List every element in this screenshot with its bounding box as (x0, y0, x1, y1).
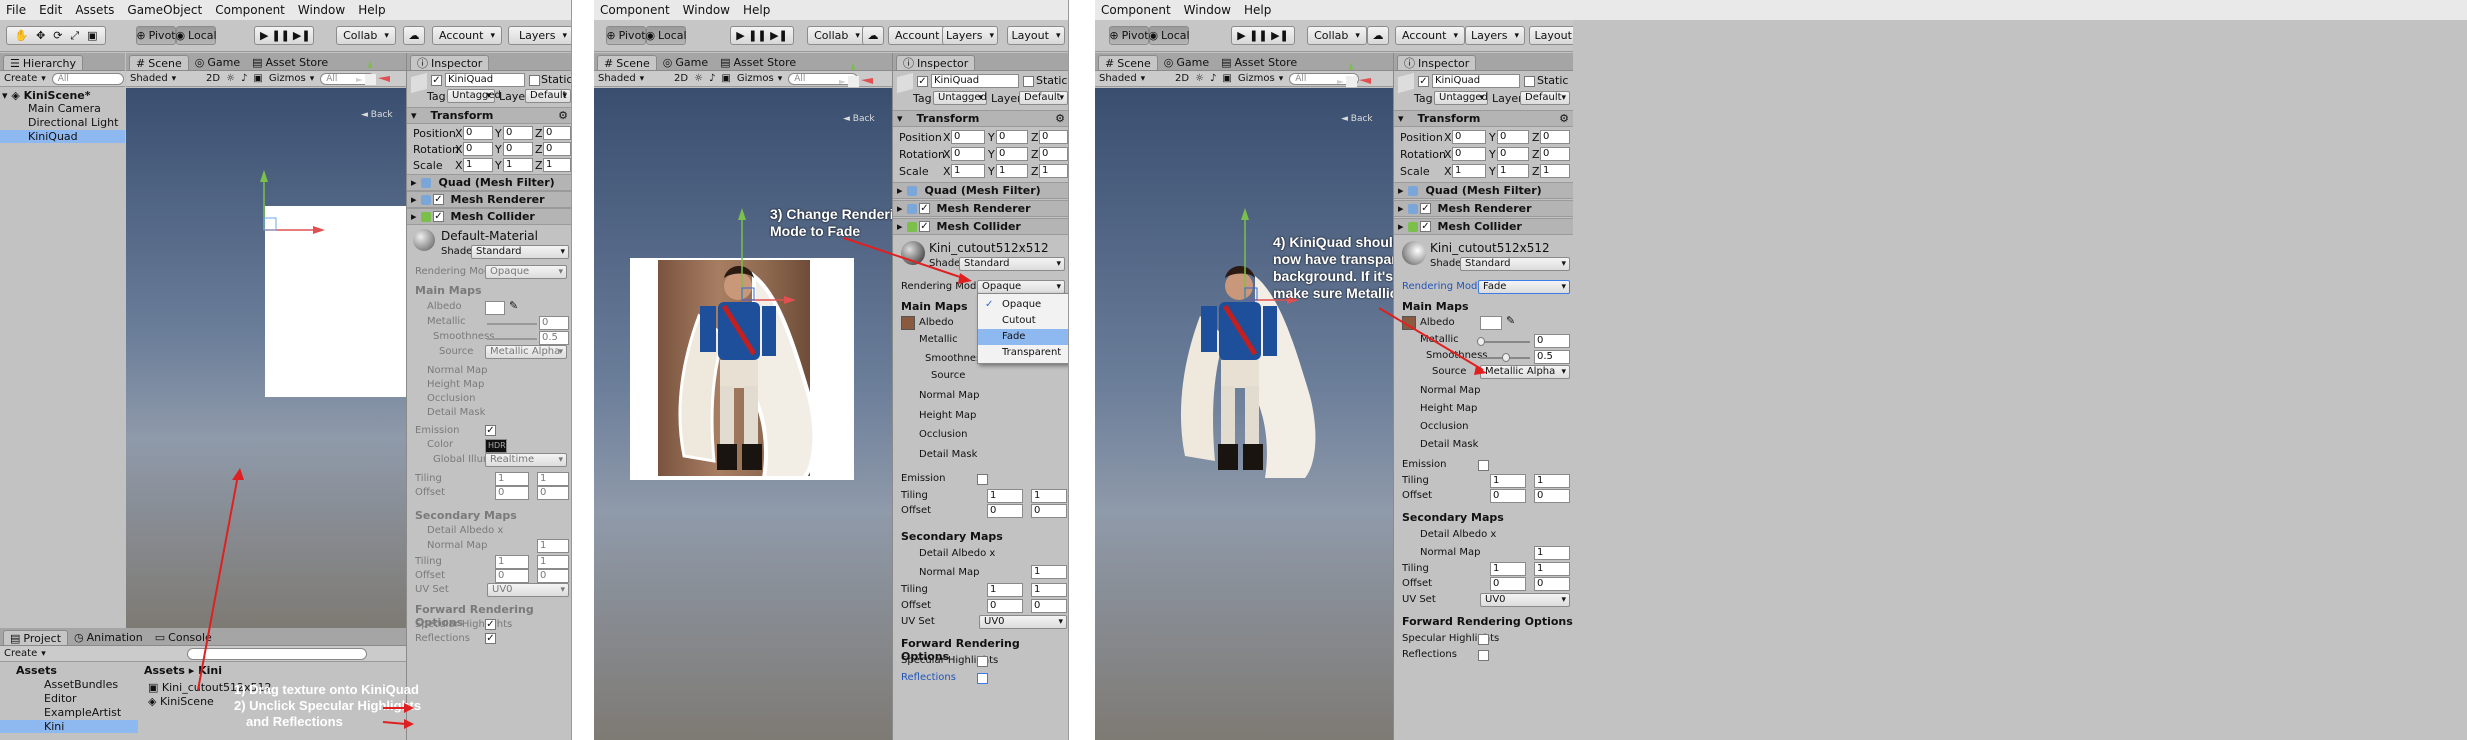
empty-area (1573, 20, 2467, 740)
screenshot-panel-1: File Edit Assets GameObject Component Wi… (0, 0, 572, 740)
screenshot-panel-3: Component Window Help ⊕ Pivot ◉ Local ▶ ❚❚ ▶… (1095, 0, 2467, 740)
annotation-arrow-4 (1378, 307, 1487, 375)
annotation-arrows-1 (197, 468, 414, 729)
annotation-arrow-3 (843, 237, 972, 284)
screenshot-panel-2: Component Window Help ⊕ Pivot ◉ Local ▶ ❚❚ ▶… (594, 0, 1069, 740)
panel-gap-2 (1069, 0, 1095, 740)
panel-gap-1 (572, 0, 594, 740)
